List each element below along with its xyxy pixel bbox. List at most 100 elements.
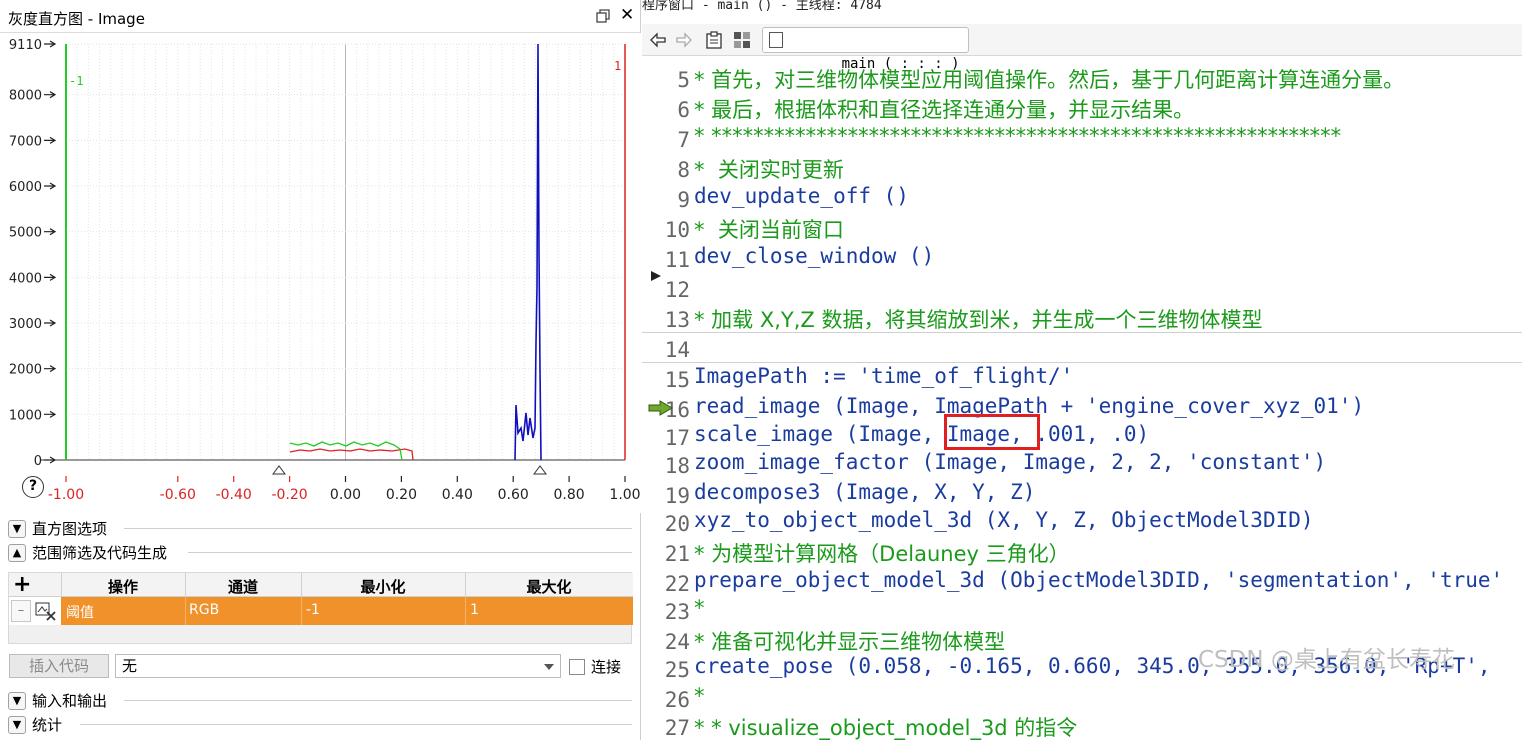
- line-number[interactable]: 13: [642, 308, 690, 332]
- line-number[interactable]: 25: [642, 658, 690, 682]
- line-number[interactable]: 27: [642, 716, 690, 740]
- operations-table: + 操作 通道 最小化 最大化 – 阈值 RGB -1 1: [8, 572, 633, 644]
- x-tick-label: 0.00: [330, 487, 361, 503]
- line-number[interactable]: 22: [642, 572, 690, 596]
- code-comment-line[interactable]: *: [694, 684, 705, 708]
- section-stats[interactable]: ▼ 统计: [8, 714, 632, 734]
- add-row-button[interactable]: +: [13, 572, 31, 597]
- block-separator: [642, 362, 1522, 363]
- y-tick-label: 0: [34, 454, 42, 469]
- header-channel: 通道: [227, 578, 258, 596]
- line-number[interactable]: 17: [642, 426, 690, 450]
- x-tick-label: 0.40: [442, 487, 473, 503]
- highlight-box: [944, 414, 1040, 450]
- program-counter-arrow-icon: [648, 400, 673, 416]
- x-tick-label: -1.00: [48, 487, 84, 503]
- code-line[interactable]: zoom_image_factor (Image, Image, 2, 2, '…: [694, 450, 1326, 474]
- code-generation-select[interactable]: 无: [115, 654, 561, 678]
- code-line[interactable]: xyz_to_object_model_3d (X, Y, Z, ObjectM…: [694, 508, 1314, 532]
- watermark: CSDN @桌上有盆长寿花: [1198, 647, 1455, 673]
- line-number[interactable]: 10: [642, 218, 690, 242]
- section-histogram-options[interactable]: ▼ 直方图选项: [8, 518, 632, 538]
- code-line[interactable]: dev_close_window (): [694, 244, 934, 268]
- x-tick-label: 0.20: [386, 487, 417, 503]
- code-comment-line[interactable]: * 为模型计算网格（Delauney 三角化）: [694, 538, 1070, 568]
- section-io[interactable]: ▼ 输入和输出: [8, 690, 632, 710]
- code-line[interactable]: dev_update_off (): [694, 184, 909, 208]
- y-tick-label: 4000: [9, 271, 42, 286]
- restore-window-icon[interactable]: [596, 9, 610, 23]
- connect-checkbox[interactable]: 连接: [569, 656, 621, 677]
- threshold-min-label: -1: [69, 74, 83, 88]
- line-number[interactable]: 14: [642, 338, 690, 362]
- x-tick-label: 0.80: [554, 487, 585, 503]
- chevron-down-icon: [544, 664, 554, 670]
- line-number[interactable]: 20: [642, 512, 690, 536]
- line-number[interactable]: 19: [642, 484, 690, 508]
- code-comment-line[interactable]: * 准备可视化并显示三维物体模型: [694, 626, 1005, 656]
- section-divider: [80, 724, 632, 725]
- row-channel: RGB: [189, 602, 220, 618]
- clipboard-icon[interactable]: [704, 30, 724, 50]
- code-comment-line[interactable]: * **************************************…: [694, 124, 1341, 148]
- forward-icon[interactable]: [674, 30, 694, 50]
- y-tick-label: 5000: [9, 226, 42, 241]
- row-max[interactable]: 1: [470, 602, 479, 618]
- section-divider: [124, 528, 632, 529]
- line-number[interactable]: 18: [642, 454, 690, 478]
- table-row[interactable]: – 阈值 RGB -1 1: [9, 597, 633, 625]
- disable-operation-icon[interactable]: [35, 601, 57, 621]
- line-number[interactable]: 21: [642, 542, 690, 566]
- section-histogram-options-label: 直方图选项: [32, 520, 108, 538]
- help-icon[interactable]: ?: [22, 476, 44, 498]
- connect-checkbox-box[interactable]: [569, 658, 585, 675]
- code-comment-line[interactable]: * 最后，根据体积和直径选择连通分量，并显示结果。: [694, 94, 1194, 124]
- procedure-icon: [769, 32, 783, 48]
- line-number[interactable]: 5: [642, 68, 690, 92]
- code-line[interactable]: prepare_object_model_3d (ObjectModel3DID…: [694, 568, 1503, 592]
- section-io-label: 输入和输出: [32, 692, 108, 710]
- line-number[interactable]: 24: [642, 630, 690, 654]
- chevron-down-icon[interactable]: ▼: [8, 715, 26, 734]
- line-number[interactable]: 6: [642, 98, 690, 122]
- line-number[interactable]: 9: [642, 188, 690, 212]
- histogram-window-title: 灰度直方图 - Image: [8, 10, 145, 28]
- code-line[interactable]: scale_image (Image, Image, .001, .0): [694, 422, 1149, 446]
- insert-cursor-marker-icon: [651, 271, 661, 281]
- section-range-filter[interactable]: ▲ 范围筛选及代码生成: [8, 542, 632, 562]
- insert-code-button[interactable]: 插入代码: [9, 654, 109, 678]
- code-comment-line[interactable]: * 关闭实时更新: [694, 154, 844, 184]
- block-separator: [642, 332, 1522, 333]
- code-comment-line[interactable]: * * visualize_object_model_3d 的指令: [694, 712, 1077, 742]
- histogram-plot[interactable]: 9110 8000 7000 6000 5000 4000 3000 2000 1000 0 -1…: [0, 33, 641, 513]
- y-tick-label: 3000: [9, 317, 42, 332]
- procedure-selector[interactable]: main ( : : : ): [762, 27, 969, 72]
- line-number[interactable]: 26: [642, 688, 690, 712]
- line-number[interactable]: 15: [642, 368, 690, 392]
- code-comment-line[interactable]: * 加载 X,Y,Z 数据，将其缩放到米，并生成一个三维物体模型: [694, 304, 1262, 334]
- table-header: + 操作 通道 最小化 最大化: [9, 572, 633, 597]
- code-comment-line[interactable]: * 首先，对三维物体模型应用阈值操作。然后，基于几何距离计算连通分量。: [694, 64, 1404, 94]
- code-line[interactable]: decompose3 (Image, X, Y, Z): [694, 480, 1035, 504]
- line-number[interactable]: 7: [642, 128, 690, 152]
- program-window-title: 程序窗口 - main () - 主线程: 4784: [642, 0, 882, 13]
- back-icon[interactable]: [648, 30, 668, 50]
- y-tick-label: 8000: [9, 89, 42, 104]
- close-window-icon[interactable]: ✕: [620, 6, 634, 24]
- line-number[interactable]: 8: [642, 158, 690, 182]
- line-number[interactable]: 23: [642, 600, 690, 624]
- grid-view-icon[interactable]: [732, 30, 752, 50]
- chevron-up-icon[interactable]: ▲: [8, 543, 26, 562]
- code-comment-line[interactable]: * 关闭当前窗口: [694, 214, 844, 244]
- code-comment-line[interactable]: *: [694, 596, 705, 620]
- remove-row-button[interactable]: –: [11, 600, 31, 622]
- x-tick-label: -0.60: [160, 487, 196, 503]
- chevron-down-icon[interactable]: ▼: [8, 691, 26, 710]
- chevron-down-icon[interactable]: ▼: [8, 519, 26, 538]
- row-min[interactable]: -1: [306, 602, 320, 618]
- histogram-title-bar: 灰度直方图 - Image ✕: [0, 0, 640, 33]
- code-line[interactable]: ImagePath := 'time_of_flight/': [694, 364, 1073, 388]
- code-editor[interactable]: 5 * 首先，对三维物体模型应用阈值操作。然后，基于几何距离计算连通分量。 6 * 最…: [642, 56, 1522, 740]
- histogram-window: 灰度直方图 - Image ✕ 9110 8000 7000 6000 5000 4000…: [0, 0, 641, 740]
- line-number[interactable]: 11: [642, 248, 690, 272]
